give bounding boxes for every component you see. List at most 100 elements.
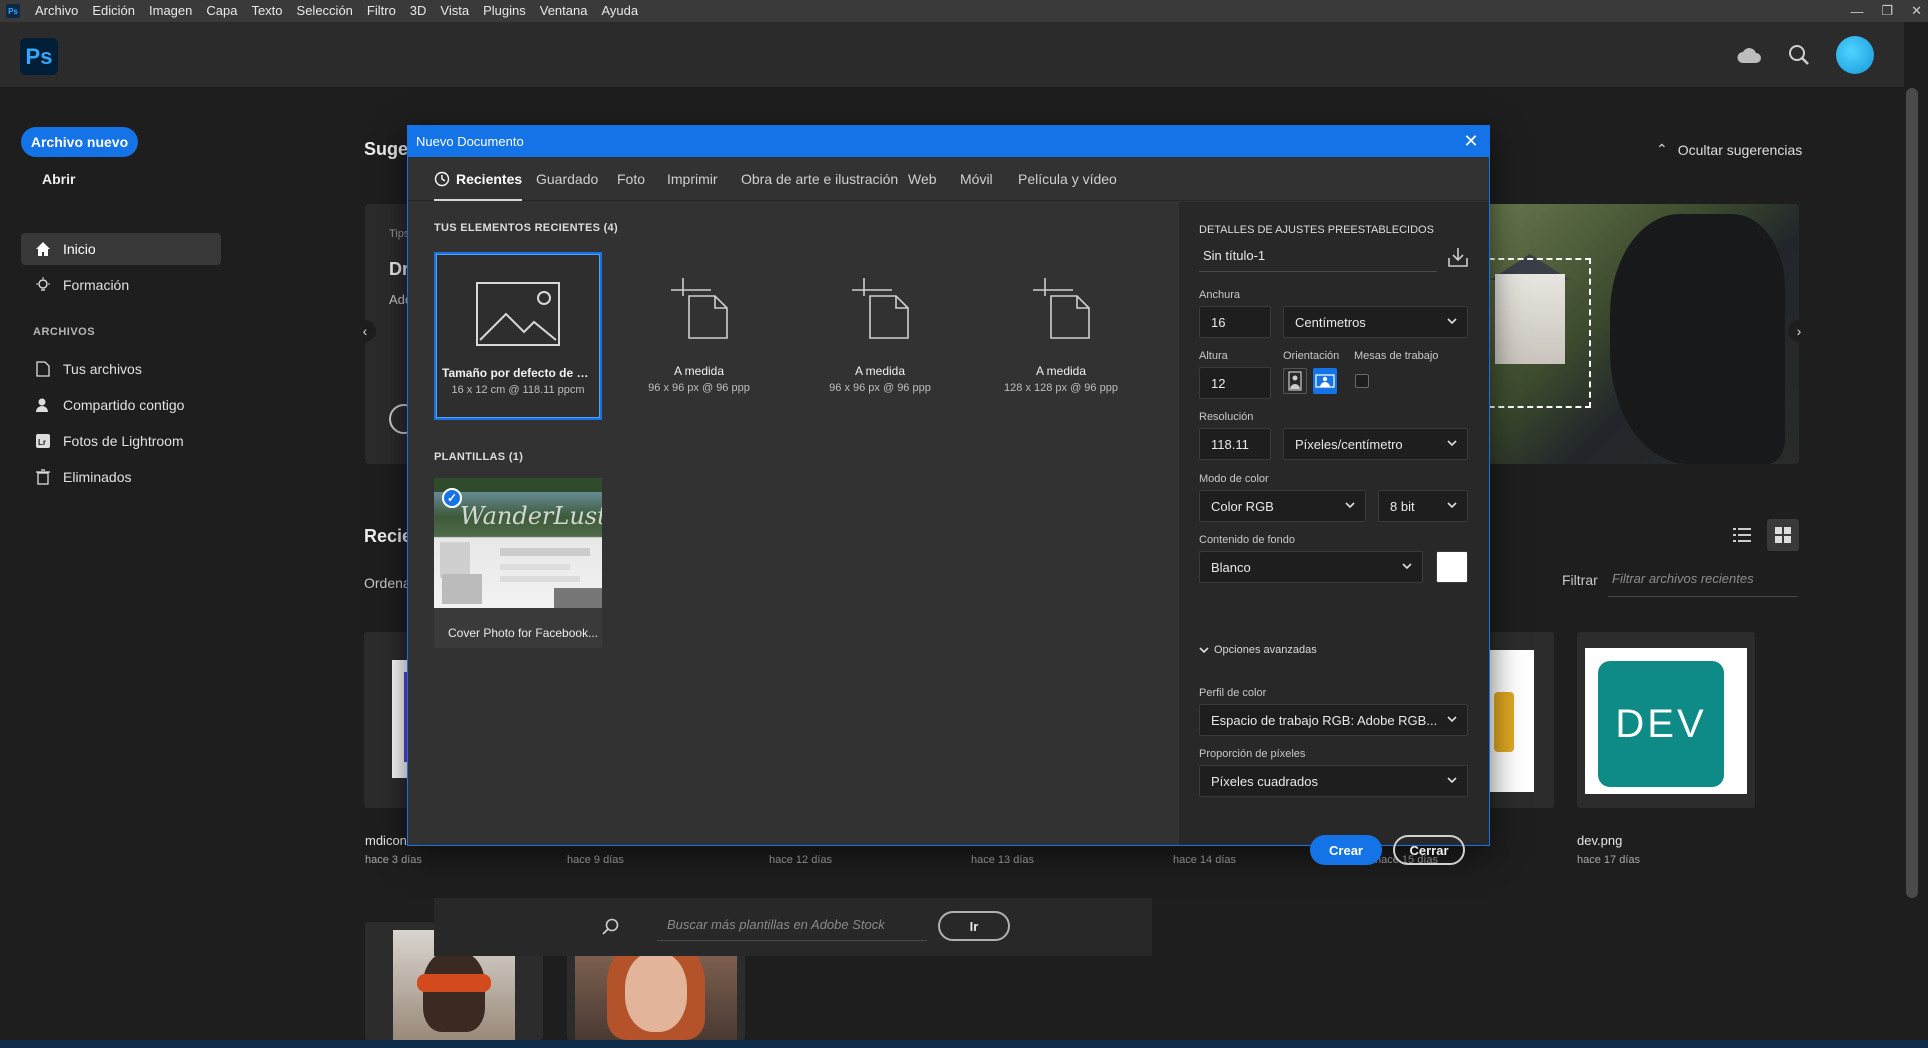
portrait-orientation-icon[interactable]	[1283, 368, 1307, 394]
menu-texto[interactable]: Texto	[244, 0, 289, 22]
background-label: Contenido de fondo	[1199, 534, 1296, 546]
menu-ventana[interactable]: Ventana	[533, 0, 595, 22]
menu-imagen[interactable]: Imagen	[142, 0, 199, 22]
landscape-orientation-icon[interactable]	[1313, 368, 1337, 394]
file-date: hace 17 días	[1577, 854, 1640, 866]
close-icon[interactable]: ✕	[1461, 131, 1481, 151]
sidebar-item-eliminados[interactable]: Eliminados	[21, 461, 221, 493]
height-input[interactable]: 12	[1199, 367, 1271, 399]
file-icon	[33, 359, 53, 379]
preset-card[interactable]: A medida 128 x 128 px @ 96 ppp	[977, 252, 1145, 420]
tab-guardado[interactable]: Guardado	[536, 157, 598, 201]
banner-prev-icon[interactable]: ‹	[354, 320, 376, 342]
preset-card[interactable]: A medida 96 x 96 px @ 96 ppp	[615, 252, 783, 420]
menu-seleccion[interactable]: Selección	[290, 0, 360, 22]
orientation-label: Orientación	[1283, 350, 1340, 362]
details-heading: DETALLES DE AJUSTES PREESTABLECIDOS	[1199, 224, 1434, 236]
custom-document-icon	[671, 278, 728, 339]
width-input[interactable]: 16	[1199, 306, 1271, 338]
template-card[interactable]: WanderLust ✓ Cover Photo for Facebook...	[434, 478, 602, 648]
menu-capa[interactable]: Capa	[199, 0, 244, 22]
background-color-swatch[interactable]	[1436, 551, 1468, 583]
preset-card[interactable]: A medida 96 x 96 px @ 96 ppp	[796, 252, 964, 420]
new-file-button[interactable]: Archivo nuevo	[21, 127, 138, 157]
lightbulb-icon	[33, 275, 53, 295]
menu-filtro[interactable]: Filtro	[360, 0, 403, 22]
cancel-button[interactable]: Cerrar	[1393, 835, 1465, 865]
tab-foto[interactable]: Foto	[617, 157, 645, 201]
open-button[interactable]: Abrir	[42, 171, 75, 187]
template-name: Cover Photo for Facebook...	[448, 626, 599, 640]
preset-dims: 96 x 96 px @ 96 ppp	[648, 382, 750, 394]
menu-edicion[interactable]: Edición	[85, 0, 142, 22]
resolution-input[interactable]: 118.11	[1199, 428, 1271, 460]
photoshop-logo[interactable]: Ps	[20, 38, 58, 75]
create-button[interactable]: Crear	[1310, 835, 1382, 865]
restore-icon[interactable]: ❐	[1881, 3, 1893, 19]
stock-search-bar: Buscar más plantillas en Adobe Stock Ir	[434, 898, 1152, 956]
chevron-down-icon	[1447, 318, 1457, 325]
save-preset-icon[interactable]	[1448, 247, 1468, 267]
image-placeholder-icon	[476, 282, 560, 346]
background-select[interactable]: Blanco	[1199, 551, 1423, 583]
color-profile-select[interactable]: Espacio de trabajo RGB: Adobe RGB...	[1199, 704, 1468, 736]
sidebar-item-tus-archivos[interactable]: Tus archivos	[21, 353, 221, 385]
artboards-checkbox[interactable]	[1355, 374, 1369, 388]
lightroom-icon: Lr	[33, 431, 53, 451]
menu-archivo[interactable]: Archivo	[28, 0, 85, 22]
tab-pelicula-video[interactable]: Película y vídeo	[1018, 157, 1117, 201]
filter-recent-input[interactable]: Filtrar archivos recientes	[1608, 571, 1798, 597]
file-date: hace 14 días	[1173, 854, 1236, 866]
cloud-icon[interactable]	[1736, 46, 1762, 64]
width-unit-select[interactable]: Centímetros	[1283, 306, 1468, 338]
menu-3d[interactable]: 3D	[403, 0, 434, 22]
recent-file-card[interactable]: DEV	[1577, 632, 1755, 808]
chevron-down-icon	[1447, 777, 1457, 784]
chevron-down-icon	[1447, 440, 1457, 447]
tab-imprimir[interactable]: Imprimir	[667, 157, 718, 201]
menu-plugins[interactable]: Plugins	[476, 0, 533, 22]
sidebar-item-lightroom[interactable]: Lr Fotos de Lightroom	[21, 425, 221, 457]
file-date: hace 13 días	[971, 854, 1034, 866]
avatar[interactable]	[1836, 36, 1874, 74]
sidebar-item-label: Fotos de Lightroom	[63, 433, 184, 449]
tab-recientes[interactable]: Recientes	[434, 157, 523, 201]
hide-suggestions-button[interactable]: ⌃ Ocultar sugerencias	[1656, 141, 1802, 158]
templates-heading: PLANTILLAS (1)	[434, 451, 524, 463]
stock-search-input[interactable]: Buscar más plantillas en Adobe Stock	[657, 911, 927, 941]
bit-depth-select[interactable]: 8 bit	[1378, 490, 1468, 522]
list-view-icon[interactable]	[1726, 519, 1758, 551]
checkmark-icon: ✓	[442, 488, 462, 508]
advanced-options-toggle[interactable]: Opciones avanzadas	[1199, 644, 1317, 656]
template-overlay-text: WanderLust	[460, 502, 602, 530]
banner-next-icon[interactable]: ›	[1788, 320, 1810, 342]
scrollbar-thumb[interactable]	[1906, 88, 1918, 898]
files-section-label: ARCHIVOS	[33, 326, 96, 338]
preset-dims: 16 x 12 cm @ 118.11 ppcm	[451, 384, 585, 396]
menu-vista[interactable]: Vista	[433, 0, 476, 22]
sidebar-item-label: Tus archivos	[63, 361, 142, 377]
tab-obra-de-arte[interactable]: Obra de arte e ilustración	[741, 157, 898, 201]
tab-web[interactable]: Web	[908, 157, 937, 201]
preset-name: A medida	[673, 364, 725, 378]
sidebar-item-formacion[interactable]: Formación	[21, 269, 221, 301]
pixel-aspect-select[interactable]: Píxeles cuadrados	[1199, 765, 1468, 797]
minimize-icon[interactable]: —	[1850, 4, 1863, 19]
search-icon[interactable]	[1788, 44, 1810, 66]
resolution-unit-select[interactable]: Píxeles/centímetro	[1283, 428, 1468, 460]
preset-name: Tamaño por defecto de Ph...	[442, 366, 600, 380]
preset-card[interactable]: Tamaño por defecto de Ph... 16 x 12 cm @…	[434, 252, 602, 420]
document-name-input[interactable]: Sin título-1	[1199, 242, 1437, 272]
sidebar-item-label: Formación	[63, 277, 130, 293]
go-button[interactable]: Ir	[938, 911, 1010, 941]
sort-label[interactable]: Ordena	[364, 575, 411, 591]
close-window-icon[interactable]: ✕	[1911, 3, 1922, 19]
grid-view-icon[interactable]	[1767, 519, 1799, 551]
chevron-down-icon	[1447, 716, 1457, 723]
color-mode-select[interactable]: Color RGB	[1199, 490, 1366, 522]
artboards-label: Mesas de trabajo	[1354, 350, 1439, 362]
tab-movil[interactable]: Móvil	[960, 157, 993, 201]
menu-ayuda[interactable]: Ayuda	[594, 0, 645, 22]
sidebar-item-inicio[interactable]: Inicio	[21, 233, 221, 265]
sidebar-item-compartido[interactable]: Compartido contigo	[21, 389, 221, 421]
